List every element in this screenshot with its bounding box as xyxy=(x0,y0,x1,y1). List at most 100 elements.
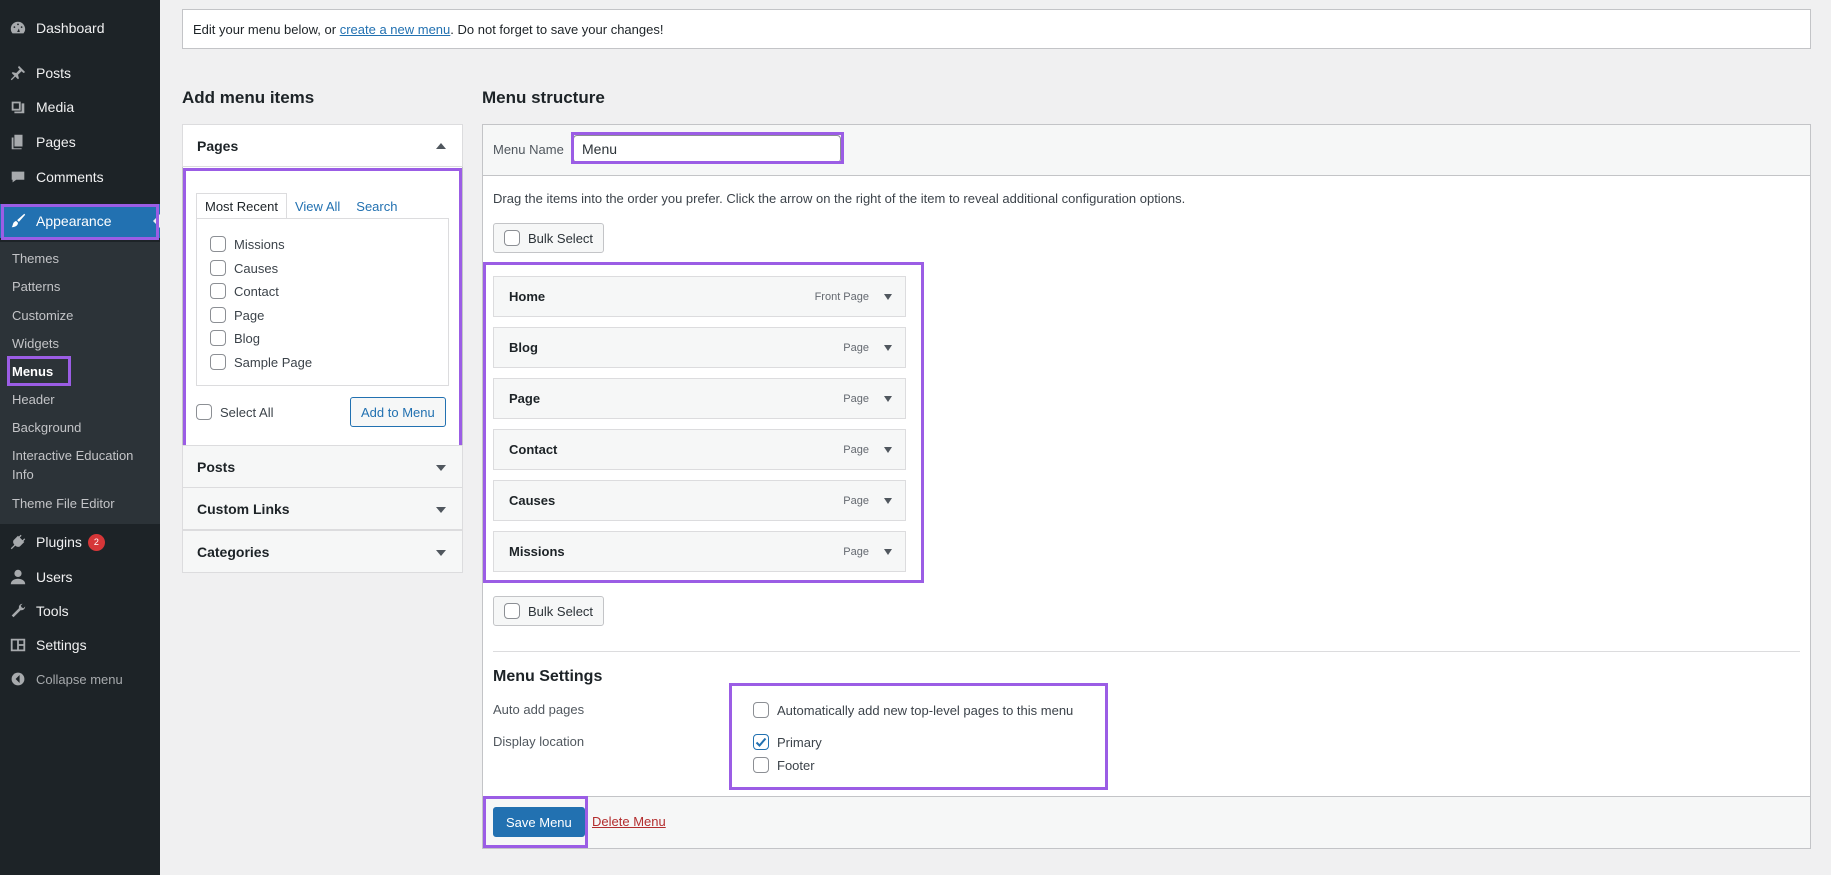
bulk-select-top[interactable]: Bulk Select xyxy=(493,223,605,253)
submenu-interactive-education-info[interactable]: Interactive Education Info xyxy=(12,446,152,484)
pages-accordion-header[interactable]: Pages xyxy=(182,124,463,167)
location-footer[interactable]: Footer xyxy=(753,757,815,773)
select-all-label: Select All xyxy=(220,404,274,420)
nav-comments[interactable]: Comments xyxy=(0,160,160,194)
menu-item-causes[interactable]: Causes Page xyxy=(493,480,906,521)
collapse-icon xyxy=(0,671,36,687)
menu-item-page[interactable]: Page Page xyxy=(493,378,906,419)
tab-search[interactable]: Search xyxy=(348,193,405,219)
expand-arrow-icon[interactable] xyxy=(884,549,892,555)
menu-item-title: Contact xyxy=(509,442,558,457)
nav-dashboard[interactable]: Dashboard xyxy=(0,11,160,45)
list-item[interactable]: Page xyxy=(210,307,264,323)
nav-media[interactable]: Media xyxy=(0,90,160,124)
select-all-control[interactable]: Select All xyxy=(196,404,273,420)
expand-arrow-icon[interactable] xyxy=(884,447,892,453)
nav-settings[interactable]: Settings xyxy=(0,628,160,662)
page-option-label: Contact xyxy=(234,283,279,299)
checkbox[interactable] xyxy=(210,236,226,252)
list-item[interactable]: Contact xyxy=(210,283,279,299)
submenu-customize[interactable]: Customize xyxy=(12,306,73,325)
add-to-menu-button[interactable]: Add to Menu xyxy=(350,397,446,427)
save-menu-button[interactable]: Save Menu xyxy=(493,807,585,837)
submenu-header[interactable]: Header xyxy=(12,390,55,409)
menu-structure-heading: Menu structure xyxy=(482,88,605,107)
nav-appearance[interactable]: Appearance xyxy=(0,204,160,238)
nav-tools[interactable]: Tools xyxy=(0,594,160,628)
custom-links-accordion-title: Custom Links xyxy=(197,500,290,517)
plug-icon xyxy=(0,533,36,551)
notice-prefix: Edit your menu below, or xyxy=(193,21,337,37)
auto-add-checkbox[interactable] xyxy=(753,702,769,718)
nav-media-label: Media xyxy=(36,99,75,115)
nav-posts[interactable]: Posts xyxy=(0,56,160,90)
bulk-select-bottom[interactable]: Bulk Select xyxy=(493,596,605,626)
checkmark-icon xyxy=(755,737,767,747)
pages-tabs: Most Recent View All Search xyxy=(196,193,405,219)
menu-item-contact[interactable]: Contact Page xyxy=(493,429,906,470)
delete-menu-link[interactable]: Delete Menu xyxy=(592,814,666,829)
posts-accordion-header[interactable]: Posts xyxy=(182,445,463,488)
expand-arrow-icon[interactable] xyxy=(884,345,892,351)
footer-checkbox[interactable] xyxy=(753,757,769,773)
menu-item-type: Page xyxy=(843,341,869,354)
expand-arrow-icon[interactable] xyxy=(884,498,892,504)
bulk-select-checkbox[interactable] xyxy=(504,230,520,246)
nav-pages[interactable]: Pages xyxy=(0,125,160,159)
submenu-patterns[interactable]: Patterns xyxy=(12,277,60,296)
checkbox[interactable] xyxy=(210,283,226,299)
paintbrush-icon xyxy=(0,212,36,230)
location-primary[interactable]: Primary xyxy=(753,734,822,750)
menu-item-type: Page xyxy=(843,494,869,507)
menu-name-label: Menu Name xyxy=(493,142,564,157)
expand-arrow-icon[interactable] xyxy=(884,294,892,300)
checkbox[interactable] xyxy=(210,354,226,370)
list-item[interactable]: Missions xyxy=(210,236,285,252)
submenu-menus[interactable]: Menus xyxy=(12,362,53,381)
nav-users-label: Users xyxy=(36,569,73,585)
menu-item-title: Causes xyxy=(509,493,556,508)
expand-down-icon xyxy=(436,550,446,556)
menu-item-type: Front Page xyxy=(814,290,869,303)
list-item[interactable]: Blog xyxy=(210,330,260,346)
posts-accordion-title: Posts xyxy=(197,458,236,475)
list-item[interactable]: Causes xyxy=(210,260,278,276)
categories-accordion-header[interactable]: Categories xyxy=(182,530,463,573)
nav-dashboard-label: Dashboard xyxy=(36,20,105,36)
tab-view-all[interactable]: View All xyxy=(287,193,348,219)
submenu-theme-file-editor[interactable]: Theme File Editor xyxy=(12,494,115,513)
list-item[interactable]: Sample Page xyxy=(210,354,312,370)
primary-checkbox[interactable] xyxy=(753,734,769,750)
submenu-background[interactable]: Background xyxy=(12,418,81,437)
submenu-widgets[interactable]: Widgets xyxy=(12,334,59,353)
checkbox[interactable] xyxy=(210,307,226,323)
custom-links-accordion-header[interactable]: Custom Links xyxy=(182,487,463,530)
tab-most-recent[interactable]: Most Recent xyxy=(196,193,287,219)
select-all-checkbox[interactable] xyxy=(196,404,212,420)
nav-plugins[interactable]: Plugins 2 xyxy=(0,525,160,559)
checkbox[interactable] xyxy=(210,260,226,276)
nav-pages-label: Pages xyxy=(36,134,76,150)
comment-icon xyxy=(0,168,36,186)
nav-users[interactable]: Users xyxy=(0,560,160,594)
plugins-update-badge: 2 xyxy=(87,533,105,551)
menu-name-input[interactable]: Menu xyxy=(573,135,841,163)
menu-instructions: Drag the items into the order you prefer… xyxy=(493,191,1186,206)
collapse-menu-button[interactable]: Collapse menu xyxy=(0,667,123,691)
menu-item-blog[interactable]: Blog Page xyxy=(493,327,906,368)
menu-footer-bar xyxy=(482,796,1811,849)
bulk-select-checkbox[interactable] xyxy=(504,603,520,619)
expand-arrow-icon[interactable] xyxy=(884,396,892,402)
checkbox[interactable] xyxy=(210,330,226,346)
expand-down-icon xyxy=(436,507,446,513)
submenu-themes[interactable]: Themes xyxy=(12,249,59,268)
menu-item-title: Missions xyxy=(509,544,565,559)
dashboard-icon xyxy=(0,19,36,37)
notice-bar: Edit your menu below, or create a new me… xyxy=(182,9,1811,49)
menu-item-missions[interactable]: Missions Page xyxy=(493,531,906,572)
current-menu-arrow xyxy=(153,214,160,228)
menu-item-home[interactable]: Home Front Page xyxy=(493,276,906,317)
nav-tools-label: Tools xyxy=(36,603,69,619)
auto-add-option[interactable]: Automatically add new top-level pages to… xyxy=(753,702,1073,718)
create-new-menu-link[interactable]: create a new menu xyxy=(340,22,451,37)
